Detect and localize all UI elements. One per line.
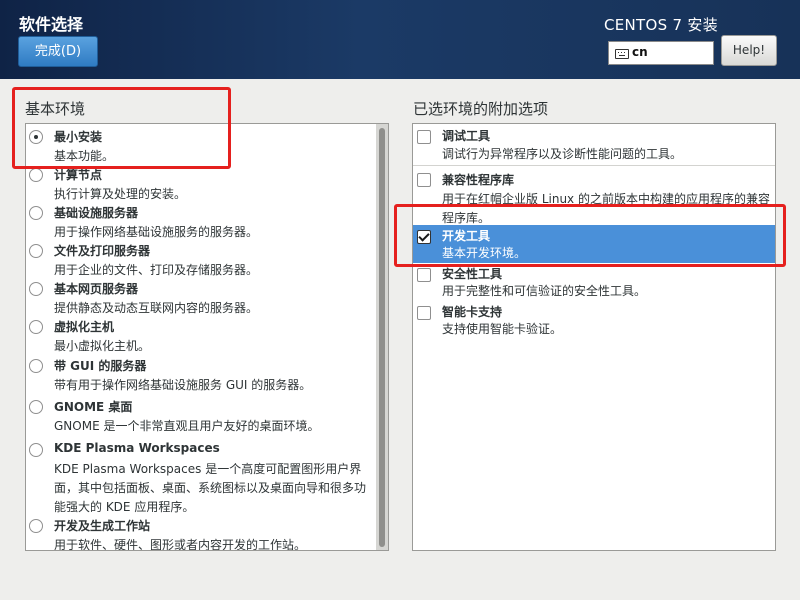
env-item-name: 基本网页服务器 (54, 282, 139, 296)
addon-smart-card[interactable]: 智能卡支持 支持使用智能卡验证。 (413, 302, 775, 340)
done-button[interactable]: 完成(D) (18, 36, 98, 67)
env-item-kde-plasma[interactable]: KDE Plasma Workspaces KDE Plasma Workspa… (26, 441, 376, 517)
env-item-name: GNOME 桌面 (54, 400, 133, 414)
radio-button[interactable] (29, 168, 43, 182)
env-item-name: 文件及打印服务器 (54, 244, 151, 258)
checkbox-checked[interactable] (417, 230, 431, 244)
env-item-name: 最小安装 (54, 130, 103, 144)
env-item-desc: 用于软件、硬件、图形或者内容开发的工作站。 (54, 538, 307, 551)
checkbox[interactable] (417, 306, 431, 320)
addon-name: 智能卡支持 (442, 305, 503, 319)
addon-name: 兼容性程序库 (442, 173, 515, 187)
env-item-name: 计算节点 (54, 168, 103, 182)
env-item-name: KDE Plasma Workspaces (54, 441, 220, 455)
env-item-desc: 带有用于操作网络基础设施服务 GUI 的服务器。 (54, 378, 312, 392)
addon-desc: 调试行为异常程序以及诊断性能问题的工具。 (442, 147, 683, 161)
checkbox[interactable] (417, 130, 431, 144)
env-item-desc: 基本功能。 (54, 149, 115, 163)
radio-button[interactable] (29, 359, 43, 373)
base-environment-title: 基本环境 (25, 100, 86, 118)
radio-button[interactable] (29, 320, 43, 334)
keyboard-icon (615, 49, 629, 59)
env-item-compute-node[interactable]: 计算节点 执行计算及处理的安装。 (26, 166, 376, 202)
env-item-web-server[interactable]: 基本网页服务器 提供静态及动态互联网内容的服务器。 (26, 280, 376, 316)
header-bar: 软件选择 完成(D) CENTOS 7 安装 cn Help! (0, 0, 800, 79)
radio-button[interactable] (29, 443, 43, 457)
addon-desc: 支持使用智能卡验证。 (442, 322, 563, 336)
page-title: 软件选择 (19, 15, 84, 34)
env-item-desc: 提供静态及动态互联网内容的服务器。 (54, 301, 259, 315)
env-item-desc: 最小虚拟化主机。 (54, 339, 151, 353)
checkbox[interactable] (417, 173, 431, 187)
env-item-desc: 用于企业的文件、打印及存储服务器。 (54, 263, 259, 277)
env-item-gnome-desktop[interactable]: GNOME 桌面 GNOME 是一个非常直观且用户友好的桌面环境。 (26, 398, 376, 436)
addons-title: 已选环境的附加选项 (413, 100, 549, 118)
env-item-name: 带 GUI 的服务器 (54, 359, 147, 373)
env-item-name: 开发及生成工作站 (54, 519, 151, 533)
checkbox[interactable] (417, 268, 431, 282)
base-environment-list: 最小安装 基本功能。 计算节点 执行计算及处理的安装。 基础设施服务器 用于操作… (25, 123, 389, 551)
keyboard-layout-label: cn (632, 45, 648, 59)
addon-desc: 基本开发环境。 (442, 246, 527, 260)
radio-button[interactable] (29, 244, 43, 258)
env-item-server-with-gui[interactable]: 带 GUI 的服务器 带有用于操作网络基础设施服务 GUI 的服务器。 (26, 357, 376, 395)
keyboard-layout-indicator[interactable]: cn (608, 41, 714, 65)
scrollbar[interactable] (376, 124, 388, 550)
addon-compat-libraries[interactable]: 兼容性程序库 用于在红帽企业版 Linux 的之前版本中构建的应用程序的兼容程序… (413, 166, 775, 225)
env-item-desc: 用于操作网络基础设施服务的服务器。 (54, 225, 259, 239)
addon-debug-tools[interactable]: 调试工具 调试行为异常程序以及诊断性能问题的工具。 (413, 124, 775, 165)
addon-development-tools[interactable]: 开发工具 基本开发环境。 (413, 225, 775, 263)
addons-list: 调试工具 调试行为异常程序以及诊断性能问题的工具。 兼容性程序库 用于在红帽企业… (412, 123, 776, 551)
radio-button[interactable] (29, 519, 43, 533)
addon-name: 开发工具 (442, 229, 491, 243)
product-title: CENTOS 7 安装 (603, 16, 718, 34)
env-item-infrastructure-server[interactable]: 基础设施服务器 用于操作网络基础设施服务的服务器。 (26, 204, 376, 240)
scrollbar-thumb[interactable] (379, 128, 385, 547)
env-item-file-print-server[interactable]: 文件及打印服务器 用于企业的文件、打印及存储服务器。 (26, 242, 376, 278)
radio-button[interactable] (29, 206, 43, 220)
env-item-virtualization-host[interactable]: 虚拟化主机 最小虚拟化主机。 (26, 318, 376, 354)
addon-name: 调试工具 (442, 129, 491, 143)
radio-button[interactable] (29, 400, 43, 414)
addon-name: 安全性工具 (442, 267, 503, 281)
env-item-name: 基础设施服务器 (54, 206, 139, 220)
env-item-minimal[interactable]: 最小安装 基本功能。 (26, 128, 376, 164)
env-item-dev-workstation[interactable]: 开发及生成工作站 用于软件、硬件、图形或者内容开发的工作站。 (26, 517, 376, 551)
env-item-name: 虚拟化主机 (54, 320, 115, 334)
env-item-desc: 执行计算及处理的安装。 (54, 187, 187, 201)
help-button[interactable]: Help! (721, 35, 777, 66)
radio-button[interactable] (29, 282, 43, 296)
addon-desc: 用于完整性和可信验证的安全性工具。 (442, 284, 647, 298)
addon-security-tools[interactable]: 安全性工具 用于完整性和可信验证的安全性工具。 (413, 264, 775, 302)
env-item-desc: KDE Plasma Workspaces 是一个高度可配置图形用户界面，其中包… (54, 462, 367, 514)
env-item-desc: GNOME 是一个非常直观且用户友好的桌面环境。 (54, 419, 320, 433)
addon-desc: 用于在红帽企业版 Linux 的之前版本中构建的应用程序的兼容程序库。 (442, 192, 770, 225)
radio-button-selected[interactable] (29, 130, 43, 144)
